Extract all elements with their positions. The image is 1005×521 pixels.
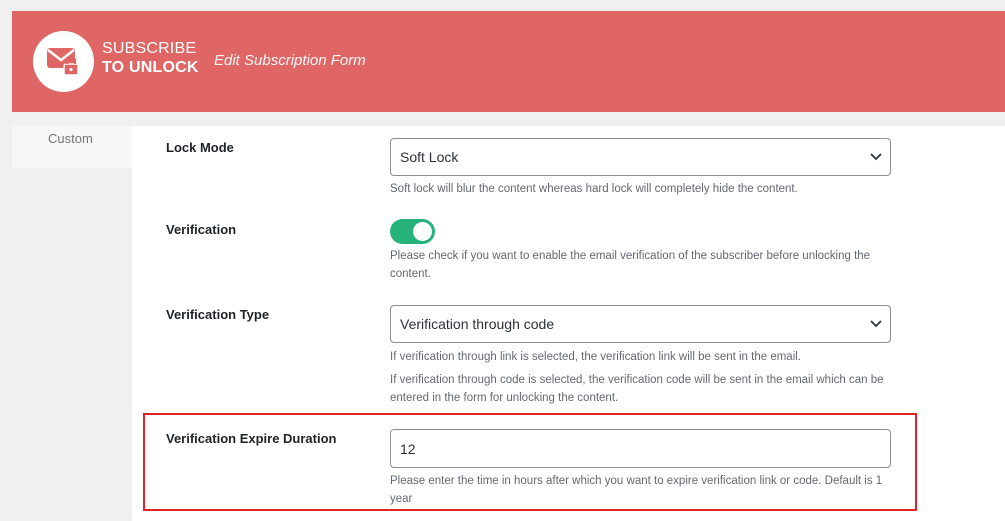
mail-lock-icon [47, 48, 79, 76]
brand-name: SUBSCRIBE TO UNLOCK [102, 39, 199, 77]
brand-line-2: TO UNLOCK [102, 59, 199, 76]
lock-mode-label: Lock Mode [166, 140, 234, 155]
lock-mode-value: Soft Lock [400, 149, 459, 165]
app-header: SUBSCRIBE TO UNLOCK Edit Subscription Fo… [12, 11, 1005, 112]
lock-mode-select[interactable]: Soft Lock [390, 138, 891, 176]
verification-type-label: Verification Type [166, 307, 270, 322]
sidebar-item-label: Custom [48, 131, 93, 146]
verification-type-value: Verification through code [400, 316, 555, 332]
toggle-knob [413, 222, 432, 241]
sidebar-item-custom[interactable]: Custom [12, 126, 132, 168]
page-title: Edit Subscription Form [214, 52, 366, 69]
lock-mode-help: Soft lock will blur the content whereas … [390, 183, 798, 195]
verification-help: Please check if you want to enable the e… [390, 250, 871, 280]
logo [33, 31, 94, 92]
chevron-down-icon [870, 320, 882, 328]
highlight-box [143, 413, 917, 511]
verification-label: Verification [166, 222, 237, 237]
verification-type-help-link: If verification through link is selected… [390, 351, 802, 363]
verification-type-help-code: If verification through code is selected… [390, 374, 884, 404]
chevron-down-icon [870, 153, 882, 161]
verification-toggle[interactable] [390, 219, 435, 244]
verification-type-select[interactable]: Verification through code [390, 305, 891, 343]
brand-line-1: SUBSCRIBE [102, 40, 197, 57]
